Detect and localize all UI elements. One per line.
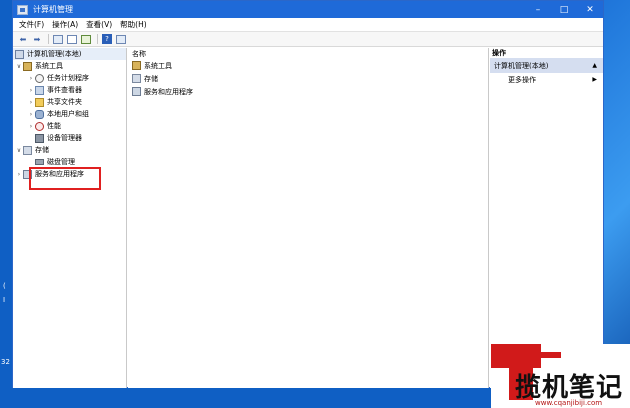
title-bar[interactable]: 计算机管理 – □ ✕ (13, 1, 603, 18)
show-hide-console-tree-icon[interactable] (52, 34, 64, 45)
main-content: 计算机管理(本地) ∨ 系统工具 › 任务计划程序 › 事件查看器 › 共享文件… (13, 48, 603, 388)
tools-icon (132, 61, 141, 70)
chevron-down-icon[interactable]: ∨ (15, 147, 23, 154)
tree-item-label: 本地用户和组 (47, 110, 89, 118)
list-item-services-apps[interactable]: 服务和应用程序 (128, 85, 488, 98)
window-controls: – □ ✕ (525, 1, 603, 18)
list-item-label: 服务和应用程序 (144, 87, 193, 96)
tree-item-label: 计算机管理(本地) (27, 50, 82, 58)
watermark-red-shape (531, 352, 561, 358)
clock-icon (35, 73, 44, 83)
collapse-arrow-icon[interactable]: ▲ (592, 62, 597, 69)
maximize-button[interactable]: □ (551, 1, 577, 18)
tree-item-label: 共享文件夹 (47, 98, 82, 106)
storage-icon (132, 74, 141, 83)
help-icon[interactable]: ? (101, 34, 113, 45)
export-icon[interactable] (80, 34, 92, 45)
results-pane: 名称 系统工具 存储 服务和应用程序 (128, 48, 489, 388)
tree-item-task-scheduler[interactable]: › 任务计划程序 (13, 72, 126, 84)
highlight-annotation-box (29, 167, 101, 190)
actions-group-label: 计算机管理(本地) (494, 61, 549, 70)
tree-item-local-users[interactable]: › 本地用户和组 (13, 108, 126, 120)
tree-item-storage[interactable]: ∨ 存储 (13, 144, 126, 156)
tree-item-label: 任务计划程序 (47, 74, 89, 82)
submenu-arrow-icon: ▶ (592, 76, 597, 83)
chevron-right-icon[interactable]: › (27, 87, 35, 94)
chevron-right-icon[interactable]: › (15, 171, 23, 178)
performance-icon (35, 121, 44, 131)
computer-management-icon (17, 4, 28, 15)
list-item-label: 存储 (144, 74, 158, 83)
list-item-label: 系统工具 (144, 61, 172, 70)
show-hide-action-pane-icon[interactable] (115, 34, 127, 45)
chevron-right-icon[interactable]: › (27, 99, 35, 106)
menu-file[interactable]: 文件(F) (19, 19, 44, 30)
tree-item-label: 设备管理器 (47, 134, 82, 142)
menu-action[interactable]: 操作(A) (52, 19, 78, 30)
menu-help[interactable]: 帮助(H) (120, 19, 147, 30)
menu-view[interactable]: 查看(V) (86, 19, 112, 30)
properties-icon[interactable] (66, 34, 78, 45)
forward-arrow-icon[interactable]: ➡ (31, 34, 43, 45)
list-item-system-tools[interactable]: 系统工具 (128, 59, 488, 72)
window-title: 计算机管理 (33, 5, 73, 14)
actions-group-computer-management[interactable]: 计算机管理(本地) ▲ (490, 58, 603, 73)
chevron-right-icon[interactable]: › (27, 75, 35, 82)
close-button[interactable]: ✕ (577, 1, 603, 18)
tree-item-label: 事件查看器 (47, 86, 82, 94)
more-actions-label: 更多操作 (508, 75, 536, 84)
actions-pane: 操作 计算机管理(本地) ▲ 更多操作 ▶ (490, 48, 603, 388)
desktop-glyph: I (3, 296, 6, 304)
tree-item-shared-folders[interactable]: › 共享文件夹 (13, 96, 126, 108)
chevron-down-icon[interactable]: ∨ (15, 63, 23, 70)
actions-header: 操作 (492, 49, 506, 57)
desktop-left-strip: ( I 32 (0, 0, 12, 408)
watermark-logo: 揽机笔记 www.cqanjibiji.com (491, 344, 630, 408)
column-header-name[interactable]: 名称 (128, 48, 488, 59)
tree-item-label: 存储 (35, 146, 49, 154)
tree-item-label: 磁盘管理 (47, 158, 75, 166)
tree-item-root[interactable]: 计算机管理(本地) (13, 48, 126, 60)
toolbar-separator (48, 34, 49, 44)
list-item-storage[interactable]: 存储 (128, 72, 488, 85)
desktop-glyph: 32 (1, 358, 10, 366)
chevron-right-icon[interactable]: › (27, 111, 35, 118)
back-arrow-icon[interactable]: ⬅ (17, 34, 29, 45)
chevron-right-icon[interactable]: › (27, 123, 35, 130)
disk-icon (35, 159, 44, 165)
tree-item-event-viewer[interactable]: › 事件查看器 (13, 84, 126, 96)
computer-icon (15, 49, 24, 59)
toolbar: ⬅ ➡ ? (13, 32, 603, 47)
toolbar-separator (97, 34, 98, 44)
taskbar-strip (0, 388, 491, 408)
console-tree-pane: 计算机管理(本地) ∨ 系统工具 › 任务计划程序 › 事件查看器 › 共享文件… (13, 48, 127, 388)
menu-bar: 文件(F) 操作(A) 查看(V) 帮助(H) (13, 18, 603, 32)
shared-folder-icon (35, 97, 44, 107)
users-icon (35, 109, 44, 119)
desktop-glyph: ( (3, 282, 6, 290)
computer-management-window: 计算机管理 – □ ✕ 文件(F) 操作(A) 查看(V) 帮助(H) ⬅ ➡ … (12, 0, 604, 388)
tree-item-device-manager[interactable]: 设备管理器 (13, 132, 126, 144)
storage-icon (23, 145, 32, 155)
watermark-url: www.cqanjibiji.com (535, 399, 603, 407)
minimize-button[interactable]: – (525, 1, 551, 18)
device-manager-icon (35, 133, 44, 143)
tree-item-label: 性能 (47, 122, 61, 130)
tree-item-performance[interactable]: › 性能 (13, 120, 126, 132)
event-viewer-icon (35, 85, 44, 95)
tools-icon (23, 61, 32, 71)
tree-item-label: 系统工具 (35, 62, 63, 70)
tree-item-system-tools[interactable]: ∨ 系统工具 (13, 60, 126, 72)
more-actions-item[interactable]: 更多操作 ▶ (490, 73, 603, 86)
services-icon (132, 87, 141, 96)
